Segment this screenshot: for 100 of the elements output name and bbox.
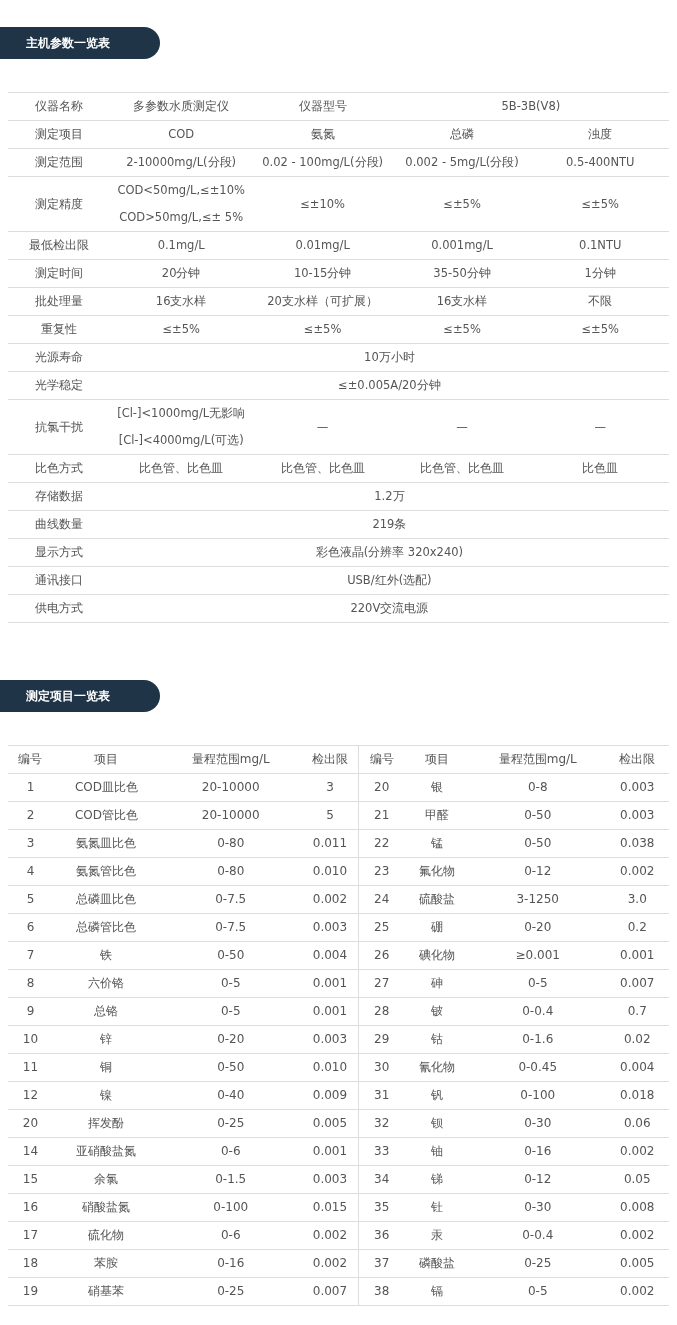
table-cell: 0-5: [220, 1004, 241, 1018]
table-cell: 镉: [430, 1284, 443, 1298]
table-cell: 总磷皿比色: [76, 892, 137, 906]
row-label: 批处理量: [34, 294, 83, 308]
table-cell: 8: [26, 976, 35, 990]
row-label: 存储数据: [34, 489, 83, 503]
table-cell: 0.001mg/L: [431, 238, 493, 252]
table-cell: 0.002: [620, 864, 655, 878]
table-cell: 36: [374, 1228, 390, 1242]
table-cell: 0.010: [312, 864, 348, 878]
table-cell: 氰化物: [418, 1060, 455, 1074]
row-label: 光源寿命: [34, 350, 83, 364]
row-label: 测定范围: [34, 155, 83, 169]
table-cell: 铜: [100, 1060, 113, 1074]
table-cell: 5B-3B(V8): [501, 99, 561, 113]
table-cell: 氨氮皿比色: [76, 836, 137, 850]
table-cell: 汞: [430, 1228, 443, 1242]
table-cell: 33: [374, 1144, 390, 1158]
table-cell: 0.1mg/L: [157, 238, 205, 252]
table-cell: 比色管、比色皿: [139, 461, 224, 475]
row-label: 光学稳定: [34, 378, 83, 392]
table-cell: 0.002: [620, 1284, 655, 1298]
table-cell: ≤±5%: [162, 322, 200, 336]
table-cell: 20支水样（可扩展）: [267, 294, 378, 308]
table-cell: 2-10000mg/L(分段): [126, 155, 237, 169]
table-cell: 4: [26, 864, 35, 878]
table-cell: 0-25: [524, 1256, 552, 1270]
table-cell: 35-50分钟: [433, 266, 491, 280]
table-cell: 20: [22, 1116, 39, 1130]
table-cell: 18: [22, 1256, 39, 1270]
table-cell: 17: [22, 1228, 39, 1242]
table-cell: 0.5-400NTU: [566, 155, 635, 169]
table-cell: 3: [26, 836, 35, 850]
table-cell: —: [316, 419, 329, 434]
table-cell: 氨氮管比色: [76, 864, 137, 878]
table-cell: ≤±5%: [443, 196, 481, 211]
table-cell: ≤±5%: [581, 322, 619, 336]
table-cell: 3: [326, 780, 334, 794]
table-cell: —: [594, 419, 606, 434]
table-cell: 多参数水质测定仪: [133, 99, 230, 113]
table-cell: 0.001: [312, 1144, 348, 1158]
table-cell: 3.0: [627, 892, 647, 906]
table-cell: 镍: [100, 1088, 113, 1102]
table-cell: 0.001: [312, 1004, 348, 1018]
table-cell: 0-50: [217, 1060, 245, 1074]
row-label: 曲线数量: [34, 517, 83, 531]
table-cell: 银: [430, 780, 443, 794]
table-cell: 0.002: [312, 1256, 348, 1270]
table-cell: 0-5: [527, 1284, 548, 1298]
table-cell: 0-8: [527, 780, 548, 794]
table-cell: 锌: [100, 1032, 113, 1046]
table-cell: ≤±5%: [581, 196, 619, 211]
table-cell: 0-50: [217, 948, 245, 962]
table-cell: 0.003: [312, 1032, 348, 1046]
table-cell: 硫化物: [88, 1228, 125, 1242]
table-cell: 总磷管比色: [76, 920, 137, 934]
table-cell: 苯胺: [94, 1256, 119, 1270]
table-cell: 23: [374, 864, 390, 878]
table-cell: 28: [374, 1004, 390, 1018]
table-cell: 亚硝酸盐氮: [76, 1144, 137, 1158]
table-cell: 甲醛: [424, 808, 449, 822]
table-cell: 仪器型号: [298, 99, 347, 113]
table-cell: 0-100: [213, 1200, 249, 1214]
table-cell: 0-0.4: [522, 1004, 554, 1018]
row-label: 测定时间: [34, 266, 83, 280]
table-cell: 25: [374, 920, 390, 934]
section-title: 测定项目一览表: [0, 680, 160, 712]
row-label: 通讯接口: [34, 573, 83, 587]
row-label: 供电方式: [34, 601, 83, 615]
table-cell: 钴: [430, 1032, 443, 1046]
table-cell: 不限: [588, 294, 613, 308]
table-cell: 锰: [430, 836, 443, 850]
table-cell: 钒: [430, 1088, 443, 1102]
table-cell: 比色皿: [582, 461, 619, 475]
row-label: 测定精度: [34, 196, 83, 211]
table-cell: 比色管、比色皿: [420, 461, 505, 475]
table-cell: 1分钟: [584, 266, 616, 280]
table-cell: COD皿比色: [74, 780, 138, 794]
table-cell: 20-10000: [201, 780, 260, 794]
table-cell: 0-12: [524, 1172, 552, 1186]
table-cell: 1.2万: [374, 489, 405, 503]
table-cell: 0.003: [620, 780, 655, 794]
table-cell: 34: [374, 1172, 390, 1186]
column-header: 量程范围mg/L: [191, 752, 270, 766]
table-cell: 0.002: [620, 1144, 655, 1158]
table-cell: 0-7.5: [215, 920, 247, 934]
table-cell: 0.008: [620, 1200, 655, 1214]
table-cell: 27: [374, 976, 390, 990]
table-cell: 22: [374, 836, 390, 850]
row-label: 最低检出限: [28, 238, 89, 252]
table-cell: 氨氮: [310, 127, 335, 141]
table-cell: 0.004: [312, 948, 348, 962]
table-cell: 0-5: [527, 976, 548, 990]
table-cell: 2: [26, 808, 35, 822]
column-header: 编号: [18, 752, 43, 766]
table-cell: COD<50mg/L,≤±10%: [117, 183, 245, 197]
table-cell: 总磷: [450, 127, 475, 141]
table-cell: 6: [26, 920, 35, 934]
table-cell: 16支水样: [436, 294, 488, 308]
table-cell: COD>50mg/L,≤± 5%: [119, 210, 244, 224]
